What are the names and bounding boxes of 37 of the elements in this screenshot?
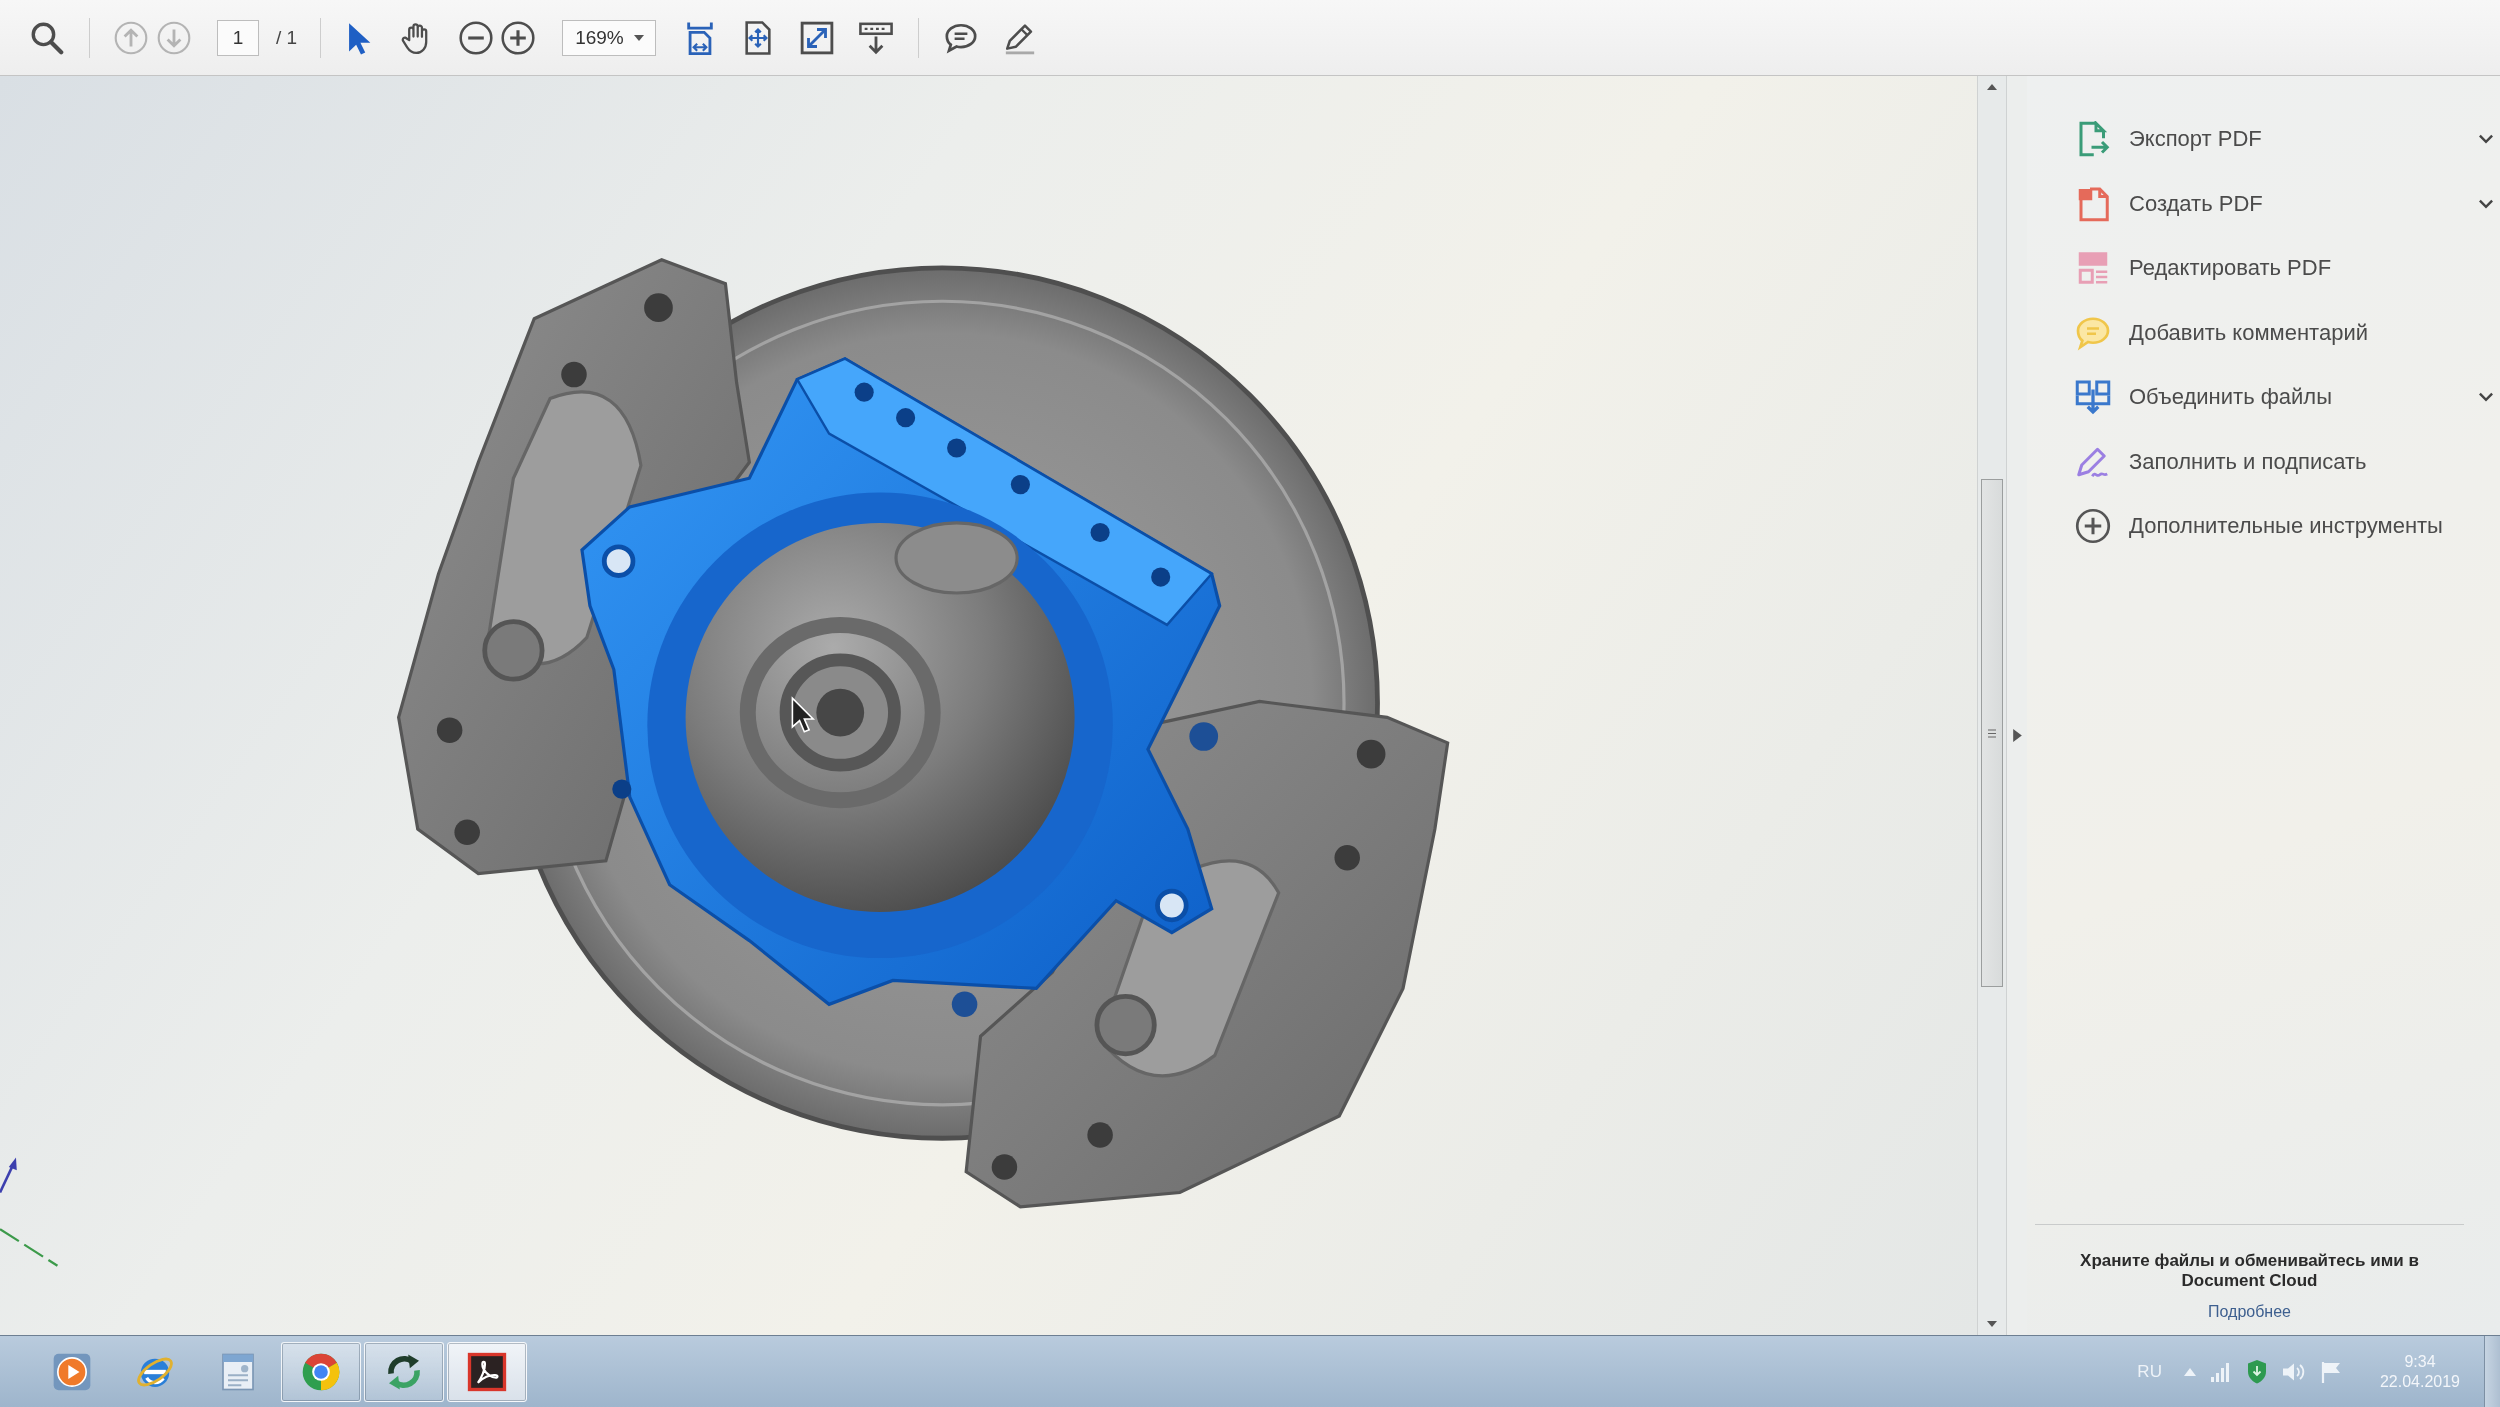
plus-circle-icon[interactable] [501,20,536,55]
caret-down-icon[interactable] [1987,1321,1997,1327]
grip-icon [1988,728,1996,738]
expand-arrows-icon[interactable] [800,20,835,55]
shield-icon[interactable] [2245,1358,2268,1385]
tools-menu-item[interactable]: Дополнительные инструменты [2027,494,2500,559]
search-icon[interactable] [30,20,64,55]
tools-menu-item[interactable]: Редактировать PDF [2027,236,2500,301]
tools-menu-item[interactable]: Объединить файлы [2027,365,2500,430]
tools-menu-item[interactable]: Создать PDF [2027,171,2500,236]
chevron-down-icon[interactable] [2478,134,2494,145]
learn-more-link[interactable]: Подробнее [2208,1303,2291,1321]
plus-circle-icon [2075,508,2111,545]
minus-circle-icon[interactable] [459,20,494,55]
chevron-down-icon[interactable] [2478,198,2494,209]
taskbar-button[interactable] [447,1341,527,1402]
triangle-right-icon[interactable] [2012,729,2022,742]
scrollbar-track[interactable] [1977,76,2007,1335]
brake-assembly-drawing[interactable] [397,258,1450,1209]
zoom-dropdown[interactable]: 169% [562,19,657,56]
caret-up-icon[interactable] [1987,84,1997,90]
promo-text: Храните файлы и обменивайтесь ими в Document Cloud [2079,1251,2420,1291]
chevron-down-icon[interactable] [2478,392,2494,403]
tools-menu-item[interactable]: Заполнить и подписать [2027,429,2500,494]
swirl-logo-icon[interactable] [467,1351,507,1392]
tools-menu-item[interactable]: Экспорт PDF [2027,107,2500,172]
caret-down-icon [633,33,646,42]
cursor-icon [791,696,816,733]
segmented-circle-icon[interactable] [301,1351,341,1392]
page-count: / 1 [276,26,298,49]
tools-menu-item[interactable]: Добавить комментарий [2027,300,2500,365]
speech-bubble-icon [2075,314,2111,351]
scrollbar-thumb[interactable] [1981,479,2003,987]
axis-triad-icon [0,1157,59,1267]
scroll-mode-icon[interactable] [859,20,894,55]
stacked-documents-icon [2075,379,2111,416]
page-number-field[interactable]: 1 [217,19,259,56]
